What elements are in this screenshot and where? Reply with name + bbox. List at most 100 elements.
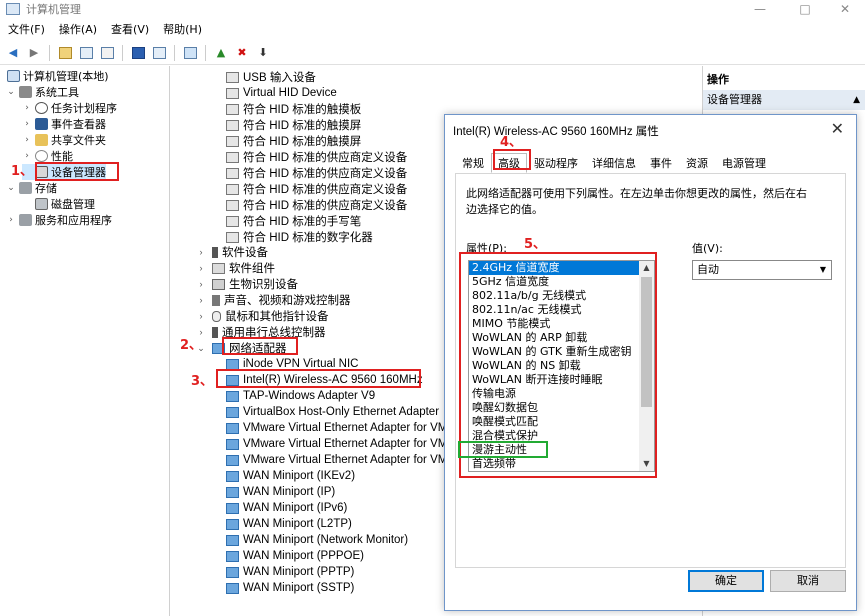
forward-icon[interactable]: ▶ bbox=[25, 44, 43, 62]
network-adapter-item[interactable]: VirtualBox Host-Only Ethernet Adapter bbox=[226, 404, 439, 420]
tab-power-management[interactable]: 电源管理 bbox=[715, 153, 773, 173]
device-item[interactable]: 符合 HID 标准的数字化器 bbox=[226, 229, 373, 245]
network-adapter-item[interactable]: WAN Miniport (IPv6) bbox=[226, 500, 347, 516]
chevron-right-icon[interactable]: › bbox=[6, 215, 16, 225]
chevron-right-icon[interactable]: › bbox=[196, 311, 206, 321]
chevron-right-icon[interactable]: › bbox=[196, 247, 206, 257]
uninstall-icon[interactable]: ✖ bbox=[233, 44, 251, 62]
title-bar: 计算机管理 bbox=[0, 0, 865, 18]
chevron-down-icon[interactable]: ⌄ bbox=[6, 183, 16, 193]
monitor-icon[interactable] bbox=[181, 44, 199, 62]
device-item[interactable]: 符合 HID 标准的触摸屏 bbox=[226, 133, 361, 149]
menu-action[interactable]: 操作(A) bbox=[51, 21, 103, 39]
tree-item-root[interactable]: 计算机管理(本地) bbox=[4, 68, 109, 84]
software-component-icon bbox=[212, 262, 225, 274]
tree-label: 服务和应用程序 bbox=[35, 214, 112, 227]
device-category[interactable]: › 鼠标和其他指针设备 bbox=[196, 308, 329, 324]
hid-icon bbox=[226, 135, 239, 147]
hid-icon bbox=[226, 71, 239, 83]
tab-details[interactable]: 详细信息 bbox=[585, 153, 643, 173]
menu-view[interactable]: 查看(V) bbox=[103, 21, 155, 39]
tree-item-task-scheduler[interactable]: › 任务计划程序 bbox=[22, 100, 117, 116]
sound-icon bbox=[212, 294, 220, 306]
back-icon[interactable]: ◀ bbox=[4, 44, 22, 62]
console-tree: 计算机管理(本地) ⌄ 系统工具 › 任务计划程序 › 事件查看器 › 共享文件… bbox=[0, 66, 170, 616]
chevron-down-icon[interactable]: ▼ bbox=[815, 261, 831, 279]
annotation-2: 2、 bbox=[180, 338, 203, 353]
update-driver-icon[interactable]: ⬇ bbox=[254, 44, 272, 62]
maximize-button[interactable]: □ bbox=[785, 0, 825, 18]
menu-bar: 文件(F) 操作(A) 查看(V) 帮助(H) bbox=[0, 21, 208, 39]
tab-driver[interactable]: 驱动程序 bbox=[527, 153, 585, 173]
highlight-device-manager bbox=[35, 162, 119, 181]
computer-management-icon bbox=[6, 3, 20, 15]
tree-item-event-viewer[interactable]: › 事件查看器 bbox=[22, 116, 106, 132]
cancel-button[interactable]: 取消 bbox=[770, 570, 846, 592]
network-adapter-icon bbox=[226, 422, 239, 434]
value-select[interactable]: 自动 ▼ bbox=[692, 260, 832, 280]
device-item[interactable]: 符合 HID 标准的供应商定义设备 bbox=[226, 181, 407, 197]
enable-device-icon[interactable]: ▲ bbox=[212, 44, 230, 62]
chevron-right-icon[interactable]: › bbox=[22, 135, 32, 145]
device-item[interactable]: Virtual HID Device bbox=[226, 85, 337, 101]
collapse-icon[interactable]: ▲ bbox=[853, 90, 860, 110]
tree-item-services[interactable]: › 服务和应用程序 bbox=[6, 212, 112, 228]
device-item[interactable]: 符合 HID 标准的手写笔 bbox=[226, 213, 361, 229]
device-item[interactable]: 符合 HID 标准的供应商定义设备 bbox=[226, 197, 407, 213]
view-icon[interactable] bbox=[150, 44, 168, 62]
device-item[interactable]: 符合 HID 标准的触摸板 bbox=[226, 101, 361, 117]
tree-item-disk-management[interactable]: 磁盘管理 bbox=[22, 196, 95, 212]
tab-events[interactable]: 事件 bbox=[643, 153, 679, 173]
tab-resources[interactable]: 资源 bbox=[679, 153, 715, 173]
ok-button[interactable]: 确定 bbox=[688, 570, 764, 592]
network-adapter-item[interactable]: WAN Miniport (IKEv2) bbox=[226, 468, 355, 484]
chevron-right-icon[interactable]: › bbox=[196, 295, 206, 305]
network-adapter-item[interactable]: VMware Virtual Ethernet Adapter for VMne bbox=[226, 420, 460, 436]
network-adapter-item[interactable]: VMware Virtual Ethernet Adapter for VMne bbox=[226, 452, 460, 468]
show-hide-tree-icon[interactable] bbox=[77, 44, 95, 62]
device-category[interactable]: › 软件组件 bbox=[196, 260, 275, 276]
device-category[interactable]: › 声音、视频和游戏控制器 bbox=[196, 292, 351, 308]
annotation-3: 3、 bbox=[191, 374, 214, 389]
device-category[interactable]: › 生物识别设备 bbox=[196, 276, 298, 292]
hid-icon bbox=[226, 167, 239, 179]
network-adapter-icon bbox=[226, 358, 239, 370]
properties-icon[interactable] bbox=[98, 44, 116, 62]
chevron-down-icon[interactable]: ⌄ bbox=[6, 87, 16, 97]
network-adapter-item[interactable]: TAP-Windows Adapter V9 bbox=[226, 388, 375, 404]
device-item[interactable]: 符合 HID 标准的供应商定义设备 bbox=[226, 165, 407, 181]
chevron-right-icon[interactable]: › bbox=[22, 103, 32, 113]
network-adapter-item[interactable]: WAN Miniport (Network Monitor) bbox=[226, 532, 408, 548]
chevron-right-icon[interactable]: › bbox=[22, 119, 32, 129]
device-item[interactable]: USB 输入设备 bbox=[226, 69, 316, 85]
tree-label: 存储 bbox=[35, 182, 57, 195]
device-item[interactable]: 符合 HID 标准的触摸屏 bbox=[226, 117, 361, 133]
help-icon[interactable] bbox=[129, 44, 147, 62]
network-adapter-item[interactable]: WAN Miniport (L2TP) bbox=[226, 516, 352, 532]
network-adapter-icon bbox=[226, 566, 239, 578]
tree-item-system-tools[interactable]: ⌄ 系统工具 bbox=[6, 84, 79, 100]
network-adapter-item[interactable]: VMware Virtual Ethernet Adapter for VMne bbox=[226, 436, 460, 452]
annotation-5: 5、 bbox=[524, 237, 547, 252]
chevron-right-icon[interactable]: › bbox=[196, 279, 206, 289]
network-adapter-item[interactable]: WAN Miniport (SSTP) bbox=[226, 580, 354, 596]
network-adapter-item[interactable]: WAN Miniport (PPTP) bbox=[226, 564, 354, 580]
actions-device-manager[interactable]: 设备管理器 ▲ bbox=[703, 90, 865, 110]
menu-file[interactable]: 文件(F) bbox=[0, 21, 51, 39]
toolbar-separator bbox=[174, 44, 175, 61]
close-button[interactable]: ✕ bbox=[825, 0, 865, 18]
network-adapter-item[interactable]: WAN Miniport (IP) bbox=[226, 484, 335, 500]
up-folder-icon[interactable] bbox=[56, 44, 74, 62]
tree-item-shared-folders[interactable]: › 共享文件夹 bbox=[22, 132, 106, 148]
device-item[interactable]: 符合 HID 标准的供应商定义设备 bbox=[226, 149, 407, 165]
minimize-button[interactable]: — bbox=[740, 0, 780, 18]
device-category[interactable]: › 软件设备 bbox=[196, 244, 268, 260]
network-adapter-item[interactable]: WAN Miniport (PPPOE) bbox=[226, 548, 364, 564]
dialog-close-icon[interactable]: ✕ bbox=[831, 119, 844, 138]
tree-item-storage[interactable]: ⌄ 存储 bbox=[6, 180, 57, 196]
tree-label: 任务计划程序 bbox=[51, 102, 117, 115]
menu-help[interactable]: 帮助(H) bbox=[155, 21, 208, 39]
tab-general[interactable]: 常规 bbox=[455, 153, 491, 173]
advanced-description: 此网络适配器可使用下列属性。在左边单击你想更改的属性，然后在右边选择它的值。 bbox=[466, 187, 807, 216]
chevron-right-icon[interactable]: › bbox=[196, 263, 206, 273]
